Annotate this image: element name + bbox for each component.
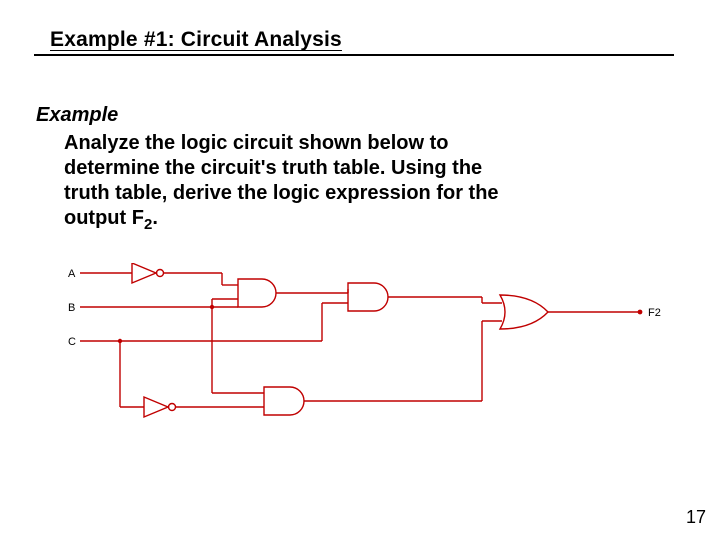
slide: Example #1: Circuit Analysis Example Ana… xyxy=(0,0,720,540)
title-wrap: Example #1: Circuit Analysis xyxy=(50,28,684,52)
circuit-diagram: A B C xyxy=(62,263,682,443)
output-label: F2 xyxy=(648,307,661,319)
input-label-a: A xyxy=(68,268,76,280)
body-line-4b: . xyxy=(152,207,158,229)
input-label-b: B xyxy=(68,302,75,314)
output-node xyxy=(638,309,643,314)
body-line-3: truth table, derive the logic expression… xyxy=(64,182,499,204)
slide-title: Example #1: Circuit Analysis xyxy=(50,28,342,51)
and-gate-2 xyxy=(348,283,388,311)
example-body: Analyze the logic circuit shown below to… xyxy=(64,131,624,235)
not-gate-1 xyxy=(132,263,164,283)
body-line-1: Analyze the logic circuit shown below to xyxy=(64,132,449,154)
example-heading: Example xyxy=(36,104,684,127)
and-gate-3 xyxy=(264,387,304,415)
and-gate-1 xyxy=(238,279,276,307)
not-gate-2 xyxy=(144,397,176,417)
title-underline-rule xyxy=(34,54,674,56)
body-line-2: determine the circuit's truth table. Usi… xyxy=(64,157,482,179)
body-line-4a: output F xyxy=(64,207,144,229)
page-number: 17 xyxy=(686,507,706,528)
input-label-c: C xyxy=(68,336,76,348)
or-gate xyxy=(500,295,548,329)
circuit-svg: A B C xyxy=(62,263,682,443)
